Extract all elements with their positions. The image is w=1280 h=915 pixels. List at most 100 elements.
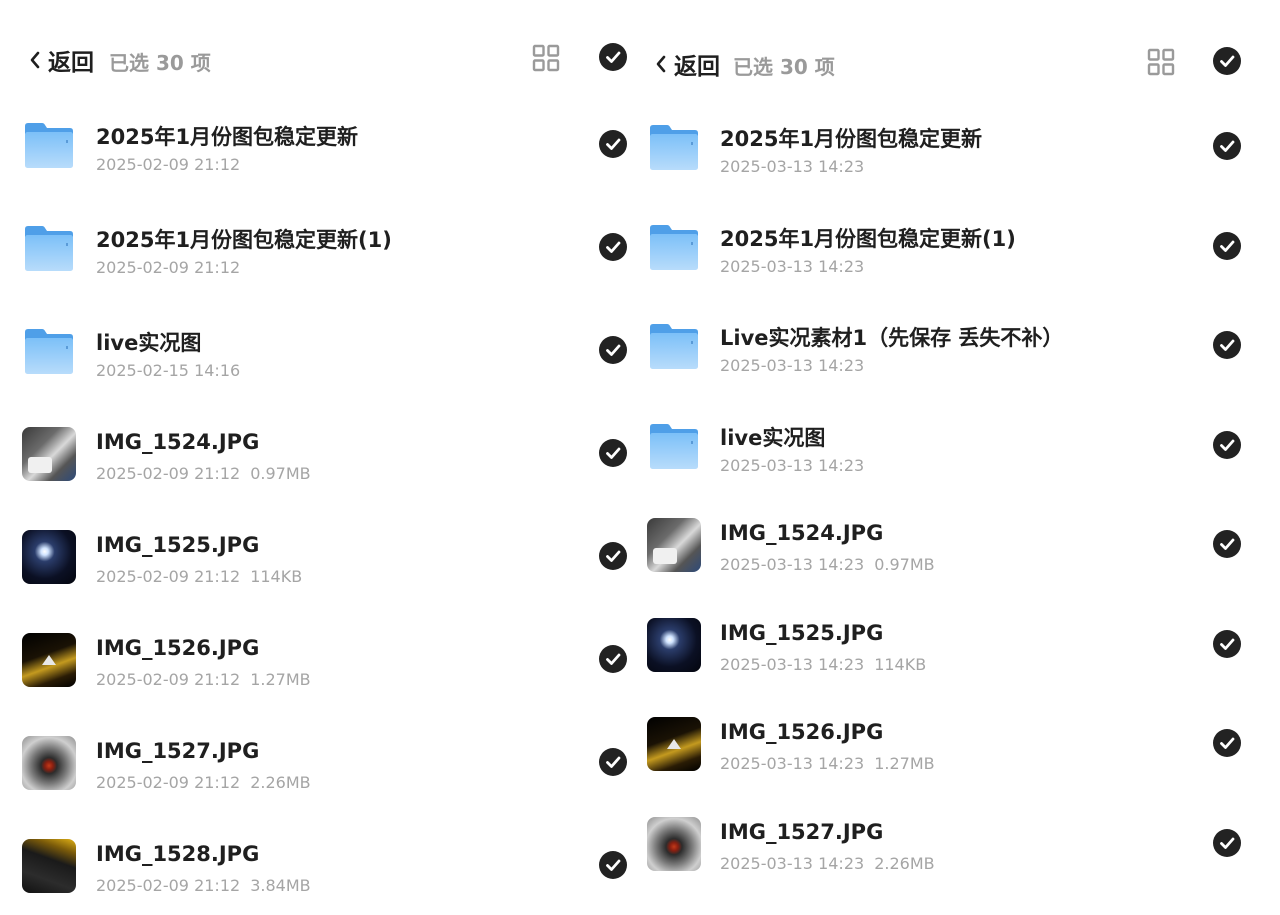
item-checkbox[interactable] (1213, 729, 1241, 757)
select-all-checkbox[interactable] (1213, 47, 1241, 75)
photo-preview (22, 839, 76, 893)
file-size: 0.97MB (250, 464, 311, 483)
file-row[interactable]: IMG_1524.JPG 2025-03-13 14:23 0.97MB (640, 494, 1280, 594)
checkmark-icon (606, 447, 621, 459)
checkmark-icon (606, 859, 621, 871)
item-checkbox[interactable] (1213, 530, 1241, 558)
file-meta: 2025-02-09 21:12 0.97MB (96, 464, 311, 483)
checkmark-icon (606, 241, 621, 253)
file-row[interactable]: IMG_1527.JPG 2025-02-09 21:12 2.26MB (0, 712, 640, 812)
selected-count: 已选 30 项 (109, 51, 211, 75)
photo-thumbnail (22, 530, 76, 584)
folder-thumbnail (22, 118, 76, 172)
file-row[interactable]: IMG_1525.JPG 2025-03-13 14:23 114KB (640, 594, 1280, 694)
back-label: 返回 (48, 50, 94, 76)
file-row[interactable]: IMG_1524.JPG 2025-02-09 21:12 0.97MB (0, 403, 640, 503)
file-meta: 2025-02-09 21:12 (96, 258, 240, 277)
photo-preview (22, 530, 76, 584)
file-meta: 2025-03-13 14:23 114KB (720, 655, 926, 674)
photo-thumbnail (22, 839, 76, 893)
item-checkbox[interactable] (599, 439, 627, 467)
file-name: IMG_1527.JPG (96, 739, 260, 763)
item-checkbox[interactable] (599, 851, 627, 879)
photo-thumbnail (647, 816, 701, 871)
item-checkbox[interactable] (599, 645, 627, 673)
photo-preview (22, 427, 76, 481)
photo-thumbnail (22, 633, 76, 687)
back-button[interactable]: 返回 (28, 43, 94, 77)
file-date: 2025-02-09 21:12 (96, 567, 241, 586)
selection-header: 返回 已选 30 项 (640, 33, 1280, 93)
file-name: 2025年1月份图包稳定更新 (720, 127, 983, 151)
file-row[interactable]: IMG_1526.JPG 2025-03-13 14:23 1.27MB (640, 693, 1280, 793)
checkmark-icon (606, 653, 621, 665)
file-date: 2025-03-13 14:23 (720, 654, 865, 674)
item-checkbox[interactable] (1213, 828, 1241, 857)
file-name: IMG_1525.JPG (720, 620, 884, 645)
item-checkbox[interactable] (1213, 132, 1241, 160)
file-date: 2025-02-15 14:16 (96, 361, 241, 380)
item-checkbox[interactable] (1213, 629, 1241, 658)
grid-view-button[interactable] (531, 43, 561, 73)
file-name: IMG_1528.JPG (96, 842, 260, 866)
folder-icon (25, 226, 73, 271)
file-date: 2025-03-13 14:23 (720, 853, 865, 873)
item-checkbox[interactable] (599, 748, 627, 776)
file-size: 1.27MB (250, 670, 311, 689)
file-name: IMG_1527.JPG (720, 819, 884, 844)
file-size: 3.84MB (250, 876, 311, 895)
item-checkbox[interactable] (599, 542, 627, 570)
file-row[interactable]: 2025年1月份图包稳定更新(1) 2025-02-09 21:12 (0, 197, 640, 297)
selection-header: 返回 已选 30 项 (0, 29, 640, 89)
folder-icon (650, 125, 698, 170)
item-checkbox[interactable] (599, 233, 627, 261)
checkmark-icon (1220, 538, 1235, 550)
file-row[interactable]: IMG_1528.JPG 2025-02-09 21:12 3.84MB (0, 815, 640, 915)
item-checkbox[interactable] (1213, 231, 1241, 260)
photo-preview (647, 717, 701, 771)
file-row[interactable]: 2025年1月份图包稳定更新 2025-03-13 14:23 (640, 96, 1280, 196)
folder-thumbnail (647, 120, 701, 174)
chevron-left-icon (656, 55, 666, 73)
folder-icon (650, 324, 698, 369)
checkmark-icon (1220, 737, 1235, 749)
file-row[interactable]: IMG_1526.JPG 2025-02-09 21:12 1.27MB (0, 609, 640, 709)
select-all-checkbox[interactable] (599, 43, 627, 71)
photo-thumbnail (22, 736, 76, 790)
file-row[interactable]: 2025年1月份图包稳定更新 2025-02-09 21:12 (0, 94, 640, 194)
file-row[interactable]: IMG_1527.JPG 2025-03-13 14:23 2.26MB (640, 793, 1280, 893)
checkmark-icon (606, 138, 621, 150)
file-name: Live实况素材1（先保存 丢失不补） (720, 326, 1064, 350)
item-checkbox[interactable] (1213, 430, 1241, 459)
checkmark-icon (1220, 339, 1235, 351)
file-row[interactable]: live实况图 2025-02-15 14:16 (0, 300, 640, 400)
file-name: IMG_1524.JPG (720, 521, 884, 545)
file-row[interactable]: 2025年1月份图包稳定更新(1) 2025-03-13 14:23 (640, 196, 1280, 296)
file-meta: 2025-03-13 14:23 (720, 257, 864, 276)
checkmark-icon (606, 51, 621, 63)
folder-thumbnail (647, 419, 701, 473)
item-checkbox[interactable] (599, 130, 627, 158)
file-name: 2025年1月份图包稳定更新(1) (720, 226, 1016, 251)
file-date: 2025-03-13 14:23 (720, 555, 865, 574)
photo-preview (647, 518, 701, 572)
checkmark-icon (1220, 439, 1235, 451)
grid-view-button[interactable] (1146, 47, 1176, 77)
grid-icon (532, 44, 560, 72)
file-size: 2.26MB (874, 853, 935, 873)
file-row[interactable]: live实况图 2025-03-13 14:23 (640, 395, 1280, 495)
photo-thumbnail (647, 717, 701, 771)
file-row[interactable]: Live实况素材1（先保存 丢失不补） 2025-03-13 14:23 (640, 295, 1280, 395)
file-meta: 2025-02-09 21:12 1.27MB (96, 670, 311, 689)
item-checkbox[interactable] (1213, 331, 1241, 359)
file-date: 2025-02-09 21:12 (96, 464, 241, 483)
folder-icon (650, 423, 698, 469)
folder-thumbnail (647, 319, 701, 373)
file-name: live实况图 (96, 331, 202, 355)
file-row[interactable]: IMG_1525.JPG 2025-02-09 21:12 114KB (0, 506, 640, 606)
checkmark-icon (1220, 638, 1235, 650)
item-checkbox[interactable] (599, 336, 627, 364)
photo-thumbnail (22, 427, 76, 481)
file-name: IMG_1526.JPG (96, 636, 260, 660)
back-button[interactable]: 返回 (654, 47, 720, 81)
